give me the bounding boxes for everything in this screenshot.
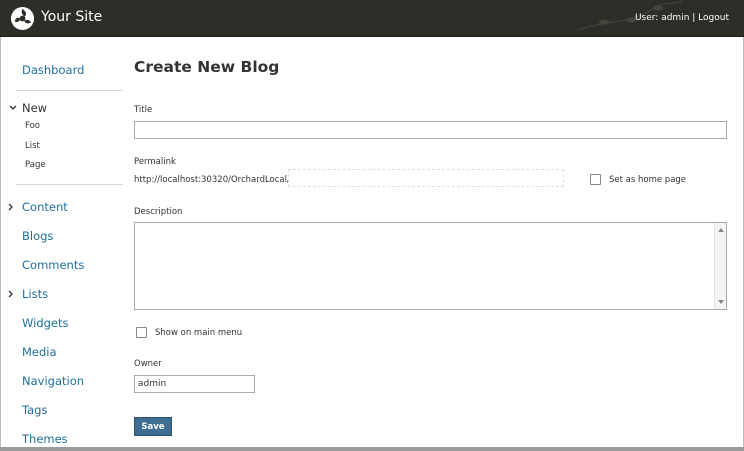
main-menu-label[interactable]: Show on main menu xyxy=(155,328,242,338)
title-label: Title xyxy=(134,105,153,115)
nav-new-item-list[interactable]: List xyxy=(25,141,40,151)
user-info: User: admin | Logout xyxy=(635,13,729,23)
permalink-slug-input[interactable] xyxy=(288,169,564,187)
title-input[interactable] xyxy=(134,121,727,139)
nav-navigation[interactable]: Navigation xyxy=(22,374,84,388)
nav-blogs[interactable]: Blogs xyxy=(22,229,53,243)
logout-link[interactable]: Logout xyxy=(698,13,729,23)
sidebar-divider xyxy=(16,184,123,185)
nav-new-item-foo[interactable]: Foo xyxy=(25,121,40,131)
permalink-label: Permalink xyxy=(134,157,176,167)
nav-lists[interactable]: Lists xyxy=(22,287,48,301)
window-bottom-border xyxy=(0,447,744,451)
chevron-right-icon[interactable] xyxy=(6,289,16,299)
sidebar-divider xyxy=(16,90,123,91)
user-prefix: User: xyxy=(634,13,662,23)
description-textarea[interactable] xyxy=(134,222,727,310)
nav-themes[interactable]: Themes xyxy=(22,432,68,446)
orchard-logo-icon xyxy=(10,6,35,31)
nav-tags[interactable]: Tags xyxy=(22,403,47,417)
save-button[interactable]: Save xyxy=(134,417,172,436)
main-menu-checkbox[interactable] xyxy=(136,327,147,338)
home-page-checkbox[interactable] xyxy=(590,174,601,185)
chevron-right-icon[interactable] xyxy=(6,202,16,212)
chevron-down-icon[interactable] xyxy=(8,103,18,113)
nav-media[interactable]: Media xyxy=(22,345,57,359)
owner-label: Owner xyxy=(134,359,162,369)
nav-new[interactable]: New xyxy=(22,101,47,115)
user-name: admin xyxy=(661,13,690,23)
page-title: Create New Blog xyxy=(134,58,280,76)
home-page-label[interactable]: Set as home page xyxy=(609,175,686,185)
permalink-prefix: http://localhost:30320/OrchardLocal/ xyxy=(134,175,290,185)
textarea-scrollbar[interactable] xyxy=(714,223,726,309)
nav-widgets[interactable]: Widgets xyxy=(22,316,69,330)
owner-input[interactable] xyxy=(134,375,255,393)
top-header: Your Site User: admin | Logout xyxy=(0,0,744,37)
nav-dashboard[interactable]: Dashboard xyxy=(22,63,84,77)
nav-new-item-page[interactable]: Page xyxy=(25,160,46,170)
site-name[interactable]: Your Site xyxy=(41,9,102,25)
user-separator: | xyxy=(689,13,699,23)
nav-content[interactable]: Content xyxy=(22,200,68,214)
scroll-down-icon[interactable] xyxy=(718,300,724,304)
nav-comments[interactable]: Comments xyxy=(22,258,84,272)
scroll-up-icon[interactable] xyxy=(718,228,724,232)
description-label: Description xyxy=(134,207,183,217)
